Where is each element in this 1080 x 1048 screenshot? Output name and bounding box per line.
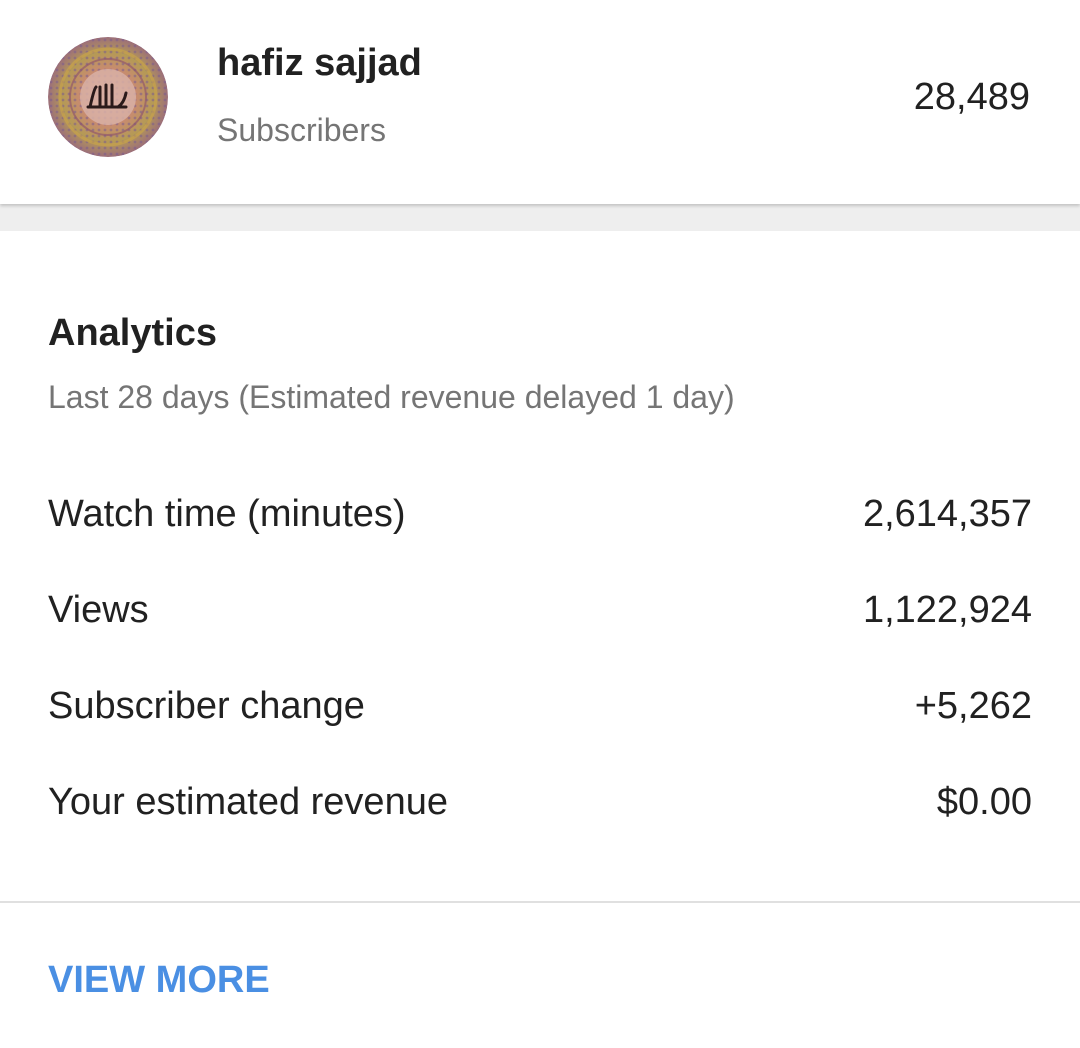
metric-label: Your estimated revenue — [48, 781, 448, 823]
subscribers-label: Subscribers — [217, 112, 386, 148]
channel-header-card[interactable]: hafiz sajjad Subscribers 28,489 — [0, 0, 1080, 204]
metric-label: Views — [48, 589, 149, 631]
subscribers-count: 28,489 — [913, 76, 1030, 118]
analytics-card: Analytics Last 28 days (Estimated revenu… — [0, 231, 1080, 1048]
view-more-button[interactable]: VIEW MORE — [48, 959, 270, 1002]
channel-name: hafiz sajjad — [217, 42, 422, 84]
analytics-period-subtitle: Last 28 days (Estimated revenue delayed … — [48, 379, 735, 415]
metric-value: +5,262 — [914, 685, 1032, 727]
divider — [0, 901, 1080, 903]
metric-value: 1,122,924 — [862, 589, 1032, 631]
metric-value: 2,614,357 — [862, 493, 1032, 535]
channel-avatar-icon[interactable] — [48, 37, 168, 157]
metric-row-estimated-revenue: Your estimated revenue $0.00 — [48, 781, 1032, 831]
metric-row-views: Views 1,122,924 — [48, 589, 1032, 639]
analytics-title: Analytics — [48, 312, 217, 354]
metric-label: Watch time (minutes) — [48, 493, 406, 535]
section-separator — [0, 204, 1080, 231]
metric-value: $0.00 — [936, 781, 1032, 823]
metric-row-subscriber-change: Subscriber change +5,262 — [48, 685, 1032, 735]
metric-label: Subscriber change — [48, 685, 365, 727]
metric-row-watch-time: Watch time (minutes) 2,614,357 — [48, 493, 1032, 543]
